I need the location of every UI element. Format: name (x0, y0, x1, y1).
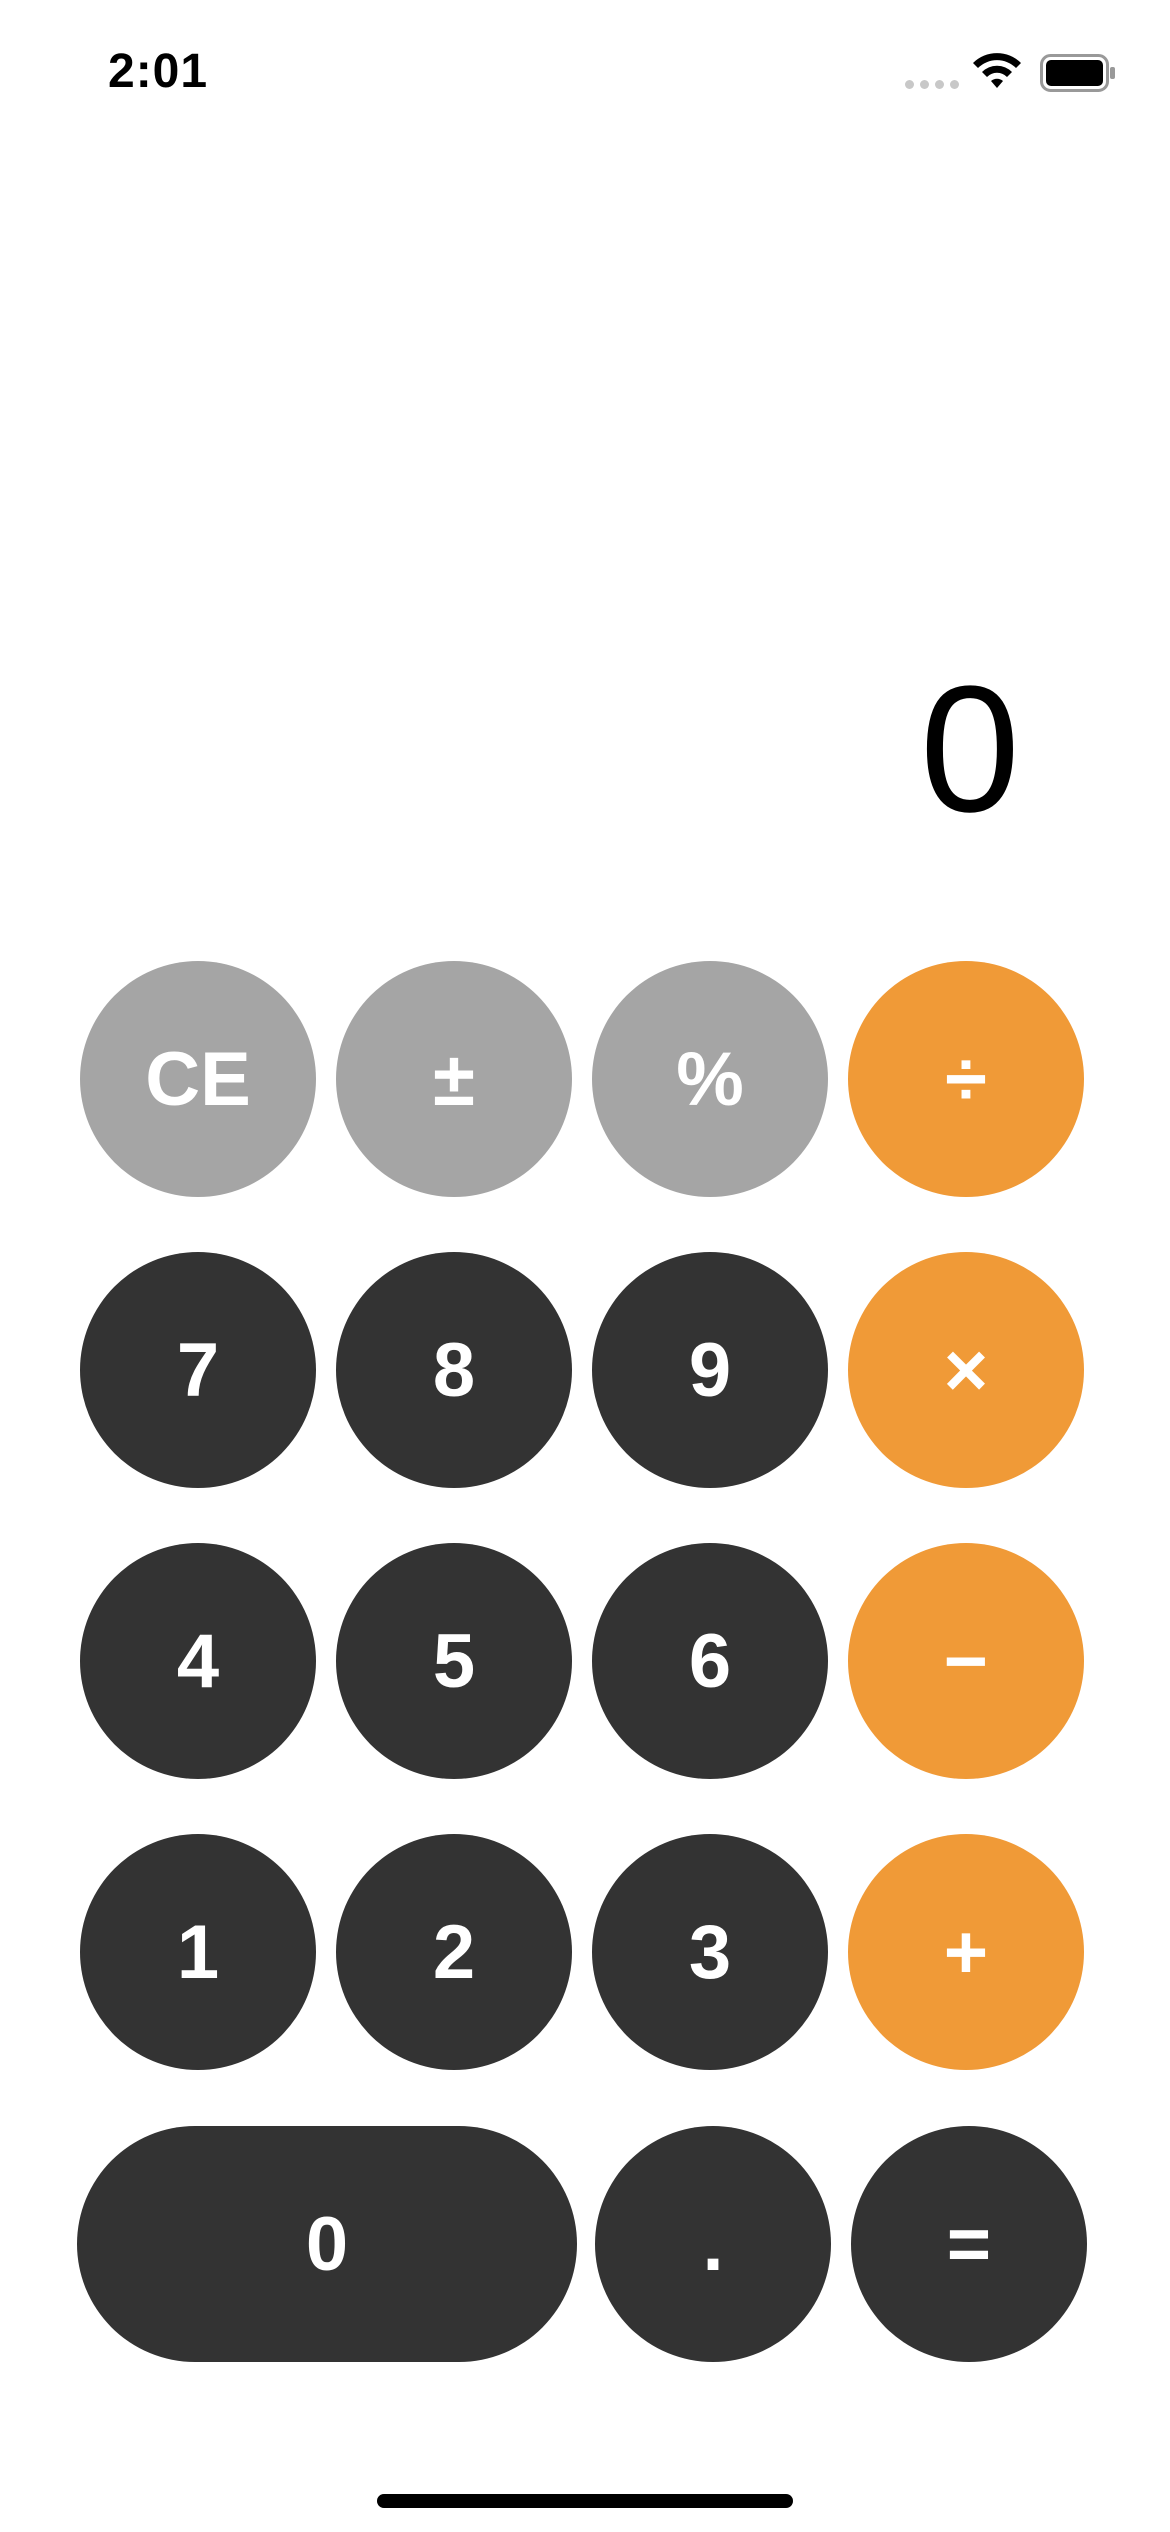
battery-full-icon (1040, 54, 1116, 97)
digit-4-button[interactable]: 4 (80, 1543, 316, 1779)
cellular-signal-icon (905, 80, 959, 89)
plus-minus-button[interactable]: ± (336, 961, 572, 1197)
digit-6-button[interactable]: 6 (592, 1543, 828, 1779)
digit-0-button[interactable]: 0 (77, 2126, 577, 2362)
divide-button[interactable]: ÷ (848, 961, 1084, 1197)
digit-9-button[interactable]: 9 (592, 1252, 828, 1488)
status-time: 2:01 (108, 45, 209, 98)
wifi-icon (970, 52, 1024, 97)
decimal-button[interactable]: . (595, 2126, 831, 2362)
percent-button[interactable]: % (592, 961, 828, 1197)
digit-1-button[interactable]: 1 (80, 1834, 316, 2070)
clear-entry-button[interactable]: CE (80, 961, 316, 1197)
calculator-display: 0 (919, 649, 1020, 850)
home-indicator[interactable] (377, 2494, 793, 2508)
digit-5-button[interactable]: 5 (336, 1543, 572, 1779)
add-button[interactable]: + (848, 1834, 1084, 2070)
digit-7-button[interactable]: 7 (80, 1252, 316, 1488)
subtract-button[interactable]: − (848, 1543, 1084, 1779)
multiply-button[interactable]: × (848, 1252, 1084, 1488)
equals-button[interactable]: = (851, 2126, 1087, 2362)
digit-2-button[interactable]: 2 (336, 1834, 572, 2070)
status-bar: 2:01 (0, 0, 1170, 140)
digit-3-button[interactable]: 3 (592, 1834, 828, 2070)
digit-8-button[interactable]: 8 (336, 1252, 572, 1488)
